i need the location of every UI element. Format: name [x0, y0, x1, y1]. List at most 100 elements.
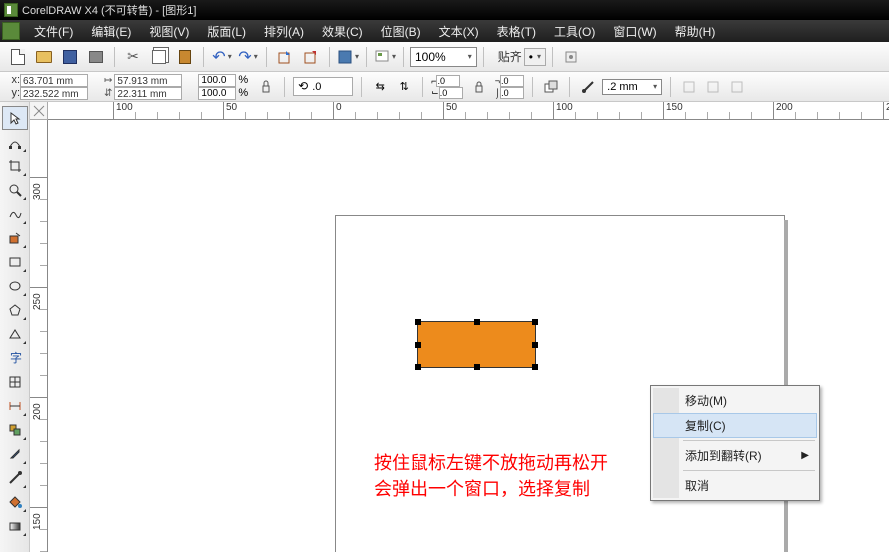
width-input[interactable]: 57.913 mm	[114, 74, 182, 87]
redo-button[interactable]: ↷▾	[236, 45, 260, 69]
context-cancel[interactable]: 取消	[653, 473, 817, 498]
pick-tool[interactable]	[2, 106, 28, 130]
app-menu-icon[interactable]	[2, 22, 20, 40]
save-button[interactable]	[58, 45, 82, 69]
open-button[interactable]	[32, 45, 56, 69]
x-input[interactable]: 63.701 mm	[20, 74, 88, 87]
separator	[683, 470, 815, 471]
context-copy[interactable]: 复制(C)	[653, 413, 817, 438]
outline-width-combo[interactable]: .2 mm ▾	[602, 79, 662, 95]
dimension-tool[interactable]	[2, 394, 28, 418]
mirror-h-button[interactable]: ⇆	[370, 77, 390, 97]
outline-tool[interactable]	[2, 466, 28, 490]
menu-tools[interactable]: 工具(O)	[546, 21, 603, 42]
copy-button[interactable]	[147, 45, 171, 69]
welcome-button[interactable]: ▾	[373, 45, 397, 69]
paste-button[interactable]	[173, 45, 197, 69]
lock-ratio-button[interactable]	[256, 77, 276, 97]
convert-button[interactable]	[703, 77, 723, 97]
freehand-tool[interactable]	[2, 202, 28, 226]
smart-fill-tool[interactable]	[2, 226, 28, 250]
position-box: x:63.701 mm y:232.522 mm	[6, 74, 88, 100]
scale-y-input[interactable]: 100.0	[198, 87, 236, 100]
convert-button-2[interactable]	[727, 77, 747, 97]
menu-table[interactable]: 表格(T)	[489, 21, 544, 42]
standard-toolbar: ✂ ↶▾ ↷▾ ▾ ▾ 100% ▾ 贴齐 • ▾	[0, 42, 889, 72]
corner-tl-input[interactable]: .0	[436, 75, 460, 87]
height-input[interactable]: 22.311 mm	[114, 87, 182, 100]
rectangle-tool[interactable]	[2, 250, 28, 274]
menu-edit[interactable]: 编辑(E)	[83, 21, 139, 42]
menu-bitmap[interactable]: 位图(B)	[373, 21, 429, 42]
resize-handle[interactable]	[415, 319, 421, 325]
ruler-tick: 50	[443, 102, 457, 119]
ruler-tick: 100	[553, 102, 573, 119]
menu-help[interactable]: 帮助(H)	[667, 21, 724, 42]
menu-view[interactable]: 视图(V)	[141, 21, 197, 42]
drawing-area[interactable]: 按住鼠标左键不放拖动再松开 会弹出一个窗口，选择复制 移动(M) 复制(C) 添…	[48, 120, 889, 552]
resize-handle[interactable]	[415, 342, 421, 348]
toolbox: 字	[0, 102, 30, 552]
menu-arrange[interactable]: 排列(A)	[256, 21, 312, 42]
corner-tr-input[interactable]: .0	[500, 75, 524, 87]
separator	[569, 77, 570, 97]
corner-lock-button[interactable]	[469, 77, 489, 97]
export-button[interactable]	[299, 45, 323, 69]
wrap-button[interactable]	[679, 77, 699, 97]
text-tool[interactable]: 字	[2, 346, 28, 370]
separator	[361, 77, 362, 97]
resize-handle[interactable]	[532, 364, 538, 370]
cut-button[interactable]: ✂	[121, 45, 145, 69]
selected-rectangle[interactable]	[417, 321, 536, 368]
to-front-button[interactable]	[541, 77, 561, 97]
menu-window[interactable]: 窗口(W)	[605, 21, 664, 42]
ellipse-tool[interactable]	[2, 274, 28, 298]
separator	[483, 47, 484, 67]
rotation-input[interactable]: ⟲ .0	[293, 77, 353, 96]
menu-layout[interactable]: 版面(L)	[199, 21, 254, 42]
resize-handle[interactable]	[474, 319, 480, 325]
context-move[interactable]: 移动(M)	[653, 388, 817, 413]
import-button[interactable]	[273, 45, 297, 69]
svg-text:字: 字	[10, 351, 22, 365]
shape-tool[interactable]	[2, 130, 28, 154]
zoom-tool[interactable]	[2, 178, 28, 202]
snap-label: 贴齐	[498, 48, 522, 65]
eyedropper-tool[interactable]	[2, 442, 28, 466]
resize-handle[interactable]	[532, 342, 538, 348]
resize-handle[interactable]	[532, 319, 538, 325]
resize-handle[interactable]	[474, 364, 480, 370]
menu-text[interactable]: 文本(X)	[431, 21, 487, 42]
app-launcher-button[interactable]: ▾	[336, 45, 360, 69]
interactive-tool[interactable]	[2, 418, 28, 442]
ruler-vertical[interactable]: 300250200150	[30, 120, 48, 552]
print-button[interactable]	[84, 45, 108, 69]
corner-br-input[interactable]: .0	[500, 87, 524, 99]
undo-button[interactable]: ↶▾	[210, 45, 234, 69]
table-tool[interactable]	[2, 370, 28, 394]
crop-tool[interactable]	[2, 154, 28, 178]
options-button[interactable]	[559, 45, 583, 69]
y-input[interactable]: 232.522 mm	[20, 87, 88, 100]
ruler-origin[interactable]	[30, 102, 48, 120]
snap-button[interactable]: • ▾	[524, 48, 546, 66]
zoom-combo[interactable]: 100% ▾	[410, 47, 477, 67]
canvas[interactable]: 10050050100150200250 300250200150 按住鼠标左键…	[30, 102, 889, 552]
interactive-fill-tool[interactable]	[2, 514, 28, 538]
ruler-tick: 250	[30, 287, 47, 288]
menu-file[interactable]: 文件(F)	[26, 21, 81, 42]
separator	[670, 77, 671, 97]
menu-effects[interactable]: 效果(C)	[314, 21, 371, 42]
resize-handle[interactable]	[415, 364, 421, 370]
app-icon	[4, 3, 18, 17]
polygon-tool[interactable]	[2, 298, 28, 322]
corner-bl-input[interactable]: .0	[439, 87, 463, 99]
context-add-reverse[interactable]: 添加到翻转(R)▶	[653, 443, 817, 468]
scale-x-input[interactable]: 100.0	[198, 74, 236, 87]
y-label: y:	[6, 87, 20, 100]
ruler-horizontal[interactable]: 10050050100150200250	[48, 102, 889, 120]
mirror-v-button[interactable]: ⇅	[394, 77, 414, 97]
fill-tool[interactable]	[2, 490, 28, 514]
basic-shapes-tool[interactable]	[2, 322, 28, 346]
new-button[interactable]	[6, 45, 30, 69]
